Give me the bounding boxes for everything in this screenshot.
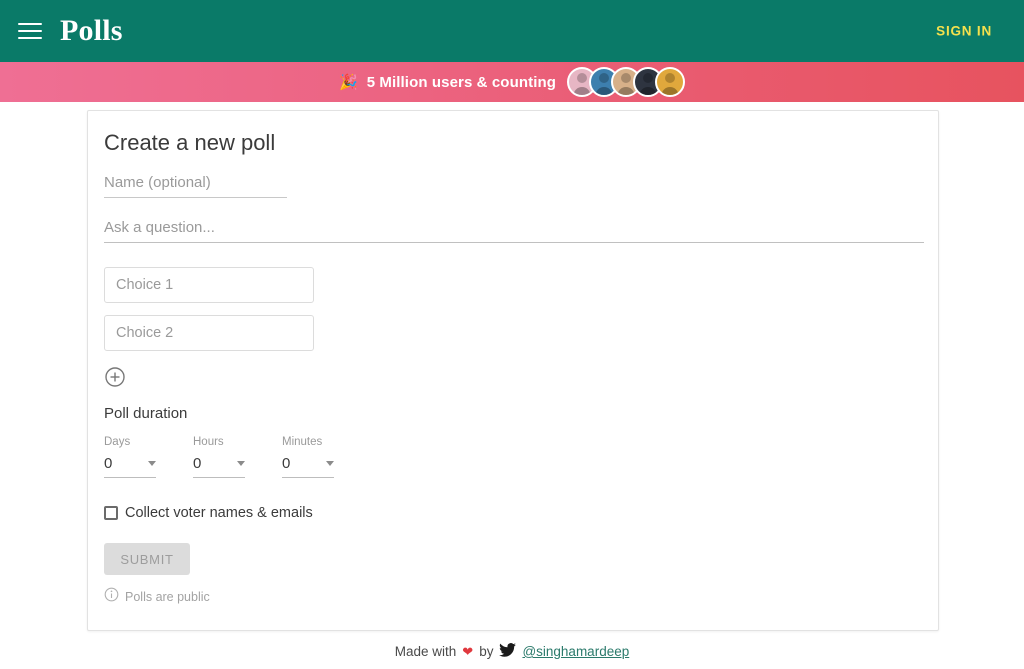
duration-minutes-select[interactable]: 0 <box>282 455 334 478</box>
hamburger-menu-icon[interactable] <box>18 18 44 44</box>
choice-2-input[interactable] <box>104 315 314 351</box>
duration-days-value: 0 <box>104 454 113 472</box>
submit-button[interactable]: SUBMIT <box>104 543 190 575</box>
name-input[interactable] <box>104 174 287 198</box>
avatar-group <box>566 67 685 97</box>
app-bar: Polls SIGN IN <box>0 0 1024 62</box>
choice-field-wrapper <box>104 267 314 303</box>
hamburger-line <box>18 37 42 39</box>
duration-minutes-label: Minutes <box>282 436 323 448</box>
plus-circle-icon[interactable] <box>104 366 126 388</box>
hamburger-line <box>18 23 42 25</box>
collect-voters-label: Collect voter names & emails <box>125 505 313 521</box>
poll-duration-controls: Days 0 Hours 0 Minutes 0 <box>104 436 334 478</box>
collect-voters-checkbox[interactable] <box>104 506 118 520</box>
polls-public-note: Polls are public <box>104 587 210 607</box>
promo-text: 5 Million users & counting <box>366 73 556 91</box>
duration-hours-value: 0 <box>193 454 202 472</box>
choice-1-input[interactable] <box>104 267 314 303</box>
chevron-down-icon <box>237 460 245 466</box>
create-poll-card: Create a new poll Poll duration Days 0 H… <box>87 110 939 631</box>
confetti-icon: 🎉 <box>339 73 358 91</box>
duration-days-group: Days 0 <box>104 436 156 478</box>
sign-in-button[interactable]: SIGN IN <box>928 18 1000 45</box>
promo-banner: 🎉 5 Million users & counting <box>0 62 1024 102</box>
footer-by: by <box>479 644 494 659</box>
footer-made-with: Made with <box>394 644 457 659</box>
promo-content: 🎉 5 Million users & counting <box>339 67 685 97</box>
duration-days-label: Days <box>104 436 131 448</box>
question-field-wrapper <box>104 219 924 243</box>
hamburger-line <box>18 30 42 32</box>
footer: Made with ❤ by @singhamardeep <box>0 643 1024 660</box>
poll-duration-label: Poll duration <box>104 405 188 422</box>
chevron-down-icon <box>148 460 156 466</box>
avatar <box>654 67 685 97</box>
page-title: Create a new poll <box>104 130 276 155</box>
duration-minutes-group: Minutes 0 <box>282 436 334 478</box>
heart-icon: ❤ <box>462 643 474 659</box>
chevron-down-icon <box>326 460 334 466</box>
brand-logo[interactable]: Polls <box>60 14 123 48</box>
duration-hours-label: Hours <box>193 436 224 448</box>
duration-hours-select[interactable]: 0 <box>193 455 245 478</box>
info-circle-icon <box>104 587 119 607</box>
twitter-bird-icon <box>499 643 517 660</box>
collect-voters-row[interactable]: Collect voter names & emails <box>104 505 313 521</box>
name-field-wrapper <box>104 174 287 198</box>
duration-minutes-value: 0 <box>282 454 291 472</box>
question-input[interactable] <box>104 219 924 243</box>
polls-public-text: Polls are public <box>125 590 210 604</box>
twitter-handle-link[interactable]: @singhamardeep <box>522 644 629 659</box>
choice-field-wrapper <box>104 315 314 351</box>
duration-days-select[interactable]: 0 <box>104 455 156 478</box>
duration-hours-group: Hours 0 <box>193 436 245 478</box>
